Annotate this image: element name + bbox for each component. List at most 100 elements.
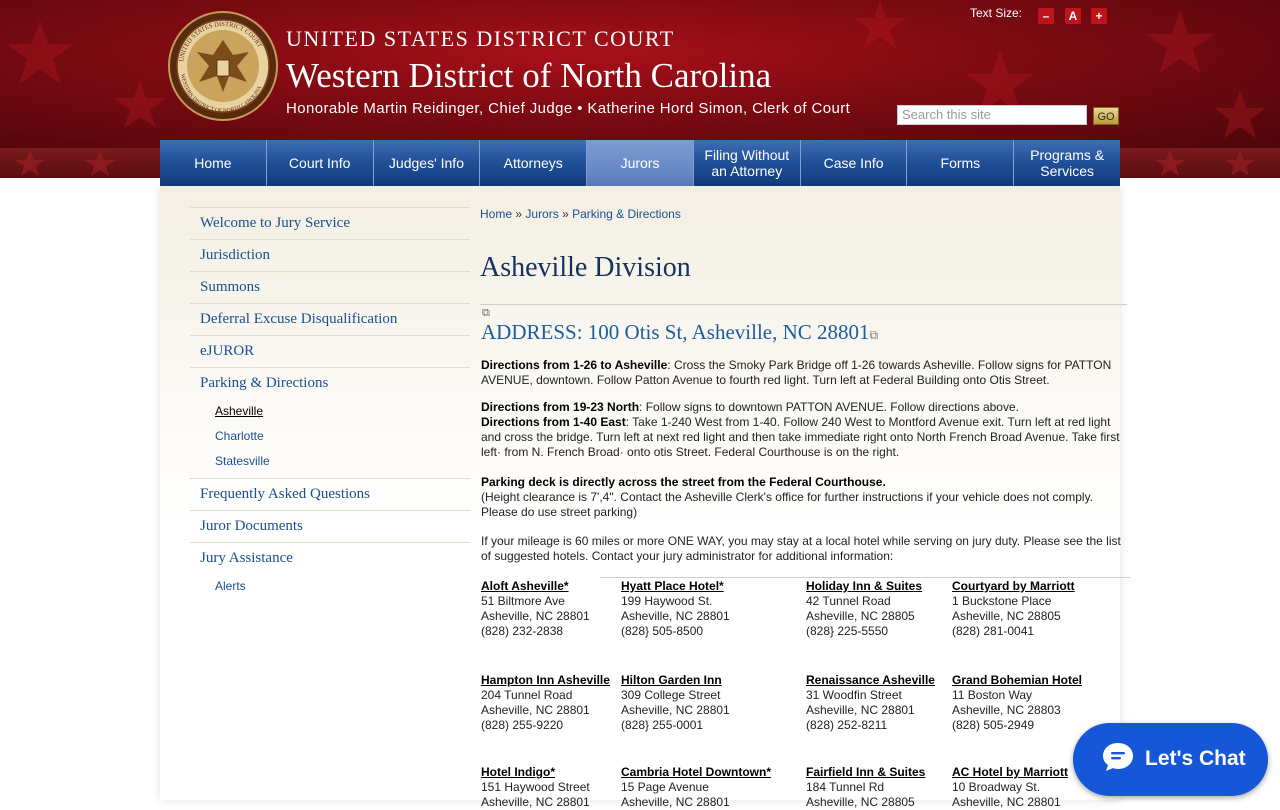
site-header: UNITED STATES DISTRICT COURT WESTERN DIS… [0, 0, 1280, 150]
hotel-street: 51 Biltmore Ave [481, 594, 565, 608]
court-seal-logo: UNITED STATES DISTRICT COURT WESTERN DIS… [168, 11, 278, 121]
hotel-card: Hyatt Place Hotel* 199 Haywood St. Ashev… [621, 579, 730, 639]
sidebar-sub-asheville[interactable]: Asheville [190, 399, 470, 424]
hotel-street: 204 Tunnel Road [481, 688, 573, 702]
hotel-card: Hampton Inn Asheville 204 Tunnel Road As… [481, 673, 610, 733]
nav-filing-without-attorney[interactable]: Filing Without an Attorney [694, 140, 801, 186]
hotel-name-link[interactable]: Grand Bohemian Hotel [952, 673, 1082, 688]
search-input[interactable]: Search this site [897, 105, 1087, 125]
hotel-name-link[interactable]: Fairfield Inn & Suites [806, 765, 925, 780]
hotel-phone: (828} 255-0001 [621, 718, 704, 732]
address-heading[interactable]: ADDRESS: 100 Otis St, Asheville, NC 2880… [481, 320, 878, 345]
court-name-line2[interactable]: Western District of North Carolina [286, 56, 771, 96]
nav-judges-info[interactable]: Judges' Info [374, 140, 481, 186]
sidebar-item-summons[interactable]: Summons [190, 271, 470, 303]
sidebar-sub-alerts[interactable]: Alerts [190, 574, 470, 599]
directions-1-26-label: Directions from 1-26 to Asheville [481, 358, 668, 372]
hotel-street: 1 Buckstone Place [952, 594, 1052, 608]
directions-1-40: Directions from 1-40 East: Take 1-240 We… [481, 415, 1126, 460]
nav-court-info[interactable]: Court Info [267, 140, 374, 186]
hotel-street: 42 Tunnel Road [806, 594, 891, 608]
hotel-card: Renaissance Asheville 31 Woodfin Street … [806, 673, 935, 733]
text-size-reset-button[interactable]: A [1065, 8, 1081, 24]
hotel-city: Asheville, NC 28801 [481, 703, 590, 717]
sidebar-menu: Welcome to Jury Service Jurisdiction Sum… [190, 207, 470, 599]
hotel-city: Asheville, NC 28805 [952, 609, 1061, 623]
hotel-city: Asheville, NC 28801 [621, 703, 730, 717]
hotel-card: Fairfield Inn & Suites 184 Tunnel Rd Ash… [806, 765, 925, 810]
hotel-city: Asheville, NC 28805 [806, 609, 915, 623]
directions-1-26: Directions from 1-26 to Asheville: Cross… [481, 358, 1126, 388]
external-link-icon: ⧉ [869, 328, 879, 342]
sidebar-item-faq[interactable]: Frequently Asked Questions [190, 478, 470, 510]
hotel-name-link[interactable]: Holiday Inn & Suites [806, 579, 922, 594]
breadcrumb-separator: » [562, 207, 569, 221]
sidebar-item-ejuror[interactable]: eJUROR [190, 335, 470, 367]
sidebar-item-parking[interactable]: Parking & Directions [190, 367, 470, 399]
hotel-phone: (828) 252-8211 [806, 718, 888, 732]
address-text[interactable]: ADDRESS: 100 Otis St, Asheville, NC 2880… [481, 320, 870, 344]
breadcrumb-parking[interactable]: Parking & Directions [572, 207, 681, 221]
court-officials-line: Honorable Martin Reidinger, Chief Judge … [286, 100, 851, 117]
hotel-card: Hilton Garden Inn 309 College Street Ash… [621, 673, 730, 733]
nav-programs-services[interactable]: Programs & Services [1014, 140, 1120, 186]
breadcrumb-jurors[interactable]: Jurors [525, 207, 558, 221]
parking-info: Parking deck is directly across the stre… [481, 475, 1126, 520]
breadcrumb-separator: » [515, 207, 523, 221]
nav-home[interactable]: Home [160, 140, 267, 186]
chat-button[interactable]: Let's Chat [1073, 723, 1268, 796]
hotel-phone: (828) 255-9220 [481, 718, 564, 732]
nav-forms[interactable]: Forms [907, 140, 1015, 186]
hotel-street: 31 Woodfin Street [806, 688, 902, 702]
hotel-name-link[interactable]: AC Hotel by Marriott [952, 765, 1068, 780]
hotel-name-link[interactable]: Cambria Hotel Downtown* [621, 765, 771, 780]
page-title: Asheville Division [480, 252, 691, 283]
sidebar-sub-statesville[interactable]: Statesville [190, 449, 470, 474]
chat-label: Let's Chat [1145, 747, 1246, 770]
hotel-name-link[interactable]: Courtyard by Marriott [952, 579, 1075, 594]
hotel-card: AC Hotel by Marriott 10 Broadway St. Ash… [952, 765, 1068, 810]
court-name-line1: UNITED STATES DISTRICT COURT [286, 26, 675, 51]
chat-bubble-icon [1103, 743, 1133, 771]
hotel-street: 10 Broadway St. [952, 780, 1041, 794]
breadcrumb-home[interactable]: Home [480, 207, 512, 221]
breadcrumb: Home » Jurors » Parking & Directions [480, 207, 681, 221]
hotel-card: Grand Bohemian Hotel 11 Boston Way Ashev… [952, 673, 1082, 733]
hotel-name-link[interactable]: Aloft Asheville* [481, 579, 590, 594]
hotels-divider [600, 577, 1130, 578]
directions-19-23: Directions from 19-23 North: Follow sign… [481, 400, 1126, 415]
hotel-city: Asheville, NC 28801 [952, 795, 1061, 809]
sidebar-item-deferral[interactable]: Deferral Excuse Disqualification [190, 303, 470, 335]
hotel-phone: (828} 225-5550 [806, 624, 889, 638]
title-divider [480, 304, 1127, 305]
sidebar-item-jurisdiction[interactable]: Jurisdiction [190, 239, 470, 271]
text-size-decrease-button[interactable]: – [1038, 8, 1054, 24]
sidebar-item-jury-assistance[interactable]: Jury Assistance [190, 542, 470, 574]
sidebar-item-welcome[interactable]: Welcome to Jury Service [190, 207, 470, 239]
parking-label: Parking deck is directly across the stre… [481, 475, 886, 489]
hotel-city: Asheville, NC 28801 [621, 795, 730, 809]
hotel-card: Aloft Asheville* 51 Biltmore Ave Ashevil… [481, 579, 590, 639]
hotel-card: Cambria Hotel Downtown* 15 Page Avenue A… [621, 765, 771, 810]
hotel-street: 309 College Street [621, 688, 721, 702]
external-link-icon: ⧉ [482, 307, 490, 319]
hotel-name-link[interactable]: Hilton Garden Inn [621, 673, 730, 688]
hotel-name-link[interactable]: Hampton Inn Asheville [481, 673, 610, 688]
hotel-city: Asheville, NC 28805 [806, 795, 915, 809]
hotel-card: Courtyard by Marriott 1 Buckstone Place … [952, 579, 1075, 639]
search-go-button[interactable]: GO [1093, 107, 1119, 125]
directions-19-23-label: Directions from 19-23 North [481, 400, 640, 414]
sidebar-sub-charlotte[interactable]: Charlotte [190, 424, 470, 449]
hotel-card: Holiday Inn & Suites 42 Tunnel Road Ashe… [806, 579, 922, 639]
hotel-name-link[interactable]: Hyatt Place Hotel* [621, 579, 730, 594]
hotel-phone: (828) 505-2949 [952, 718, 1035, 732]
text-size-increase-button[interactable]: + [1091, 8, 1107, 24]
hotel-name-link[interactable]: Renaissance Asheville [806, 673, 935, 688]
sidebar-item-juror-documents[interactable]: Juror Documents [190, 510, 470, 542]
hotel-city: Asheville, NC 28803 [952, 703, 1061, 717]
parking-text: (Height clearance is 7',4". Contact the … [481, 490, 1094, 519]
nav-attorneys[interactable]: Attorneys [480, 140, 588, 186]
hotel-name-link[interactable]: Hotel Indigo* [481, 765, 590, 780]
nav-case-info[interactable]: Case Info [801, 140, 908, 186]
nav-jurors[interactable]: Jurors [587, 140, 694, 186]
